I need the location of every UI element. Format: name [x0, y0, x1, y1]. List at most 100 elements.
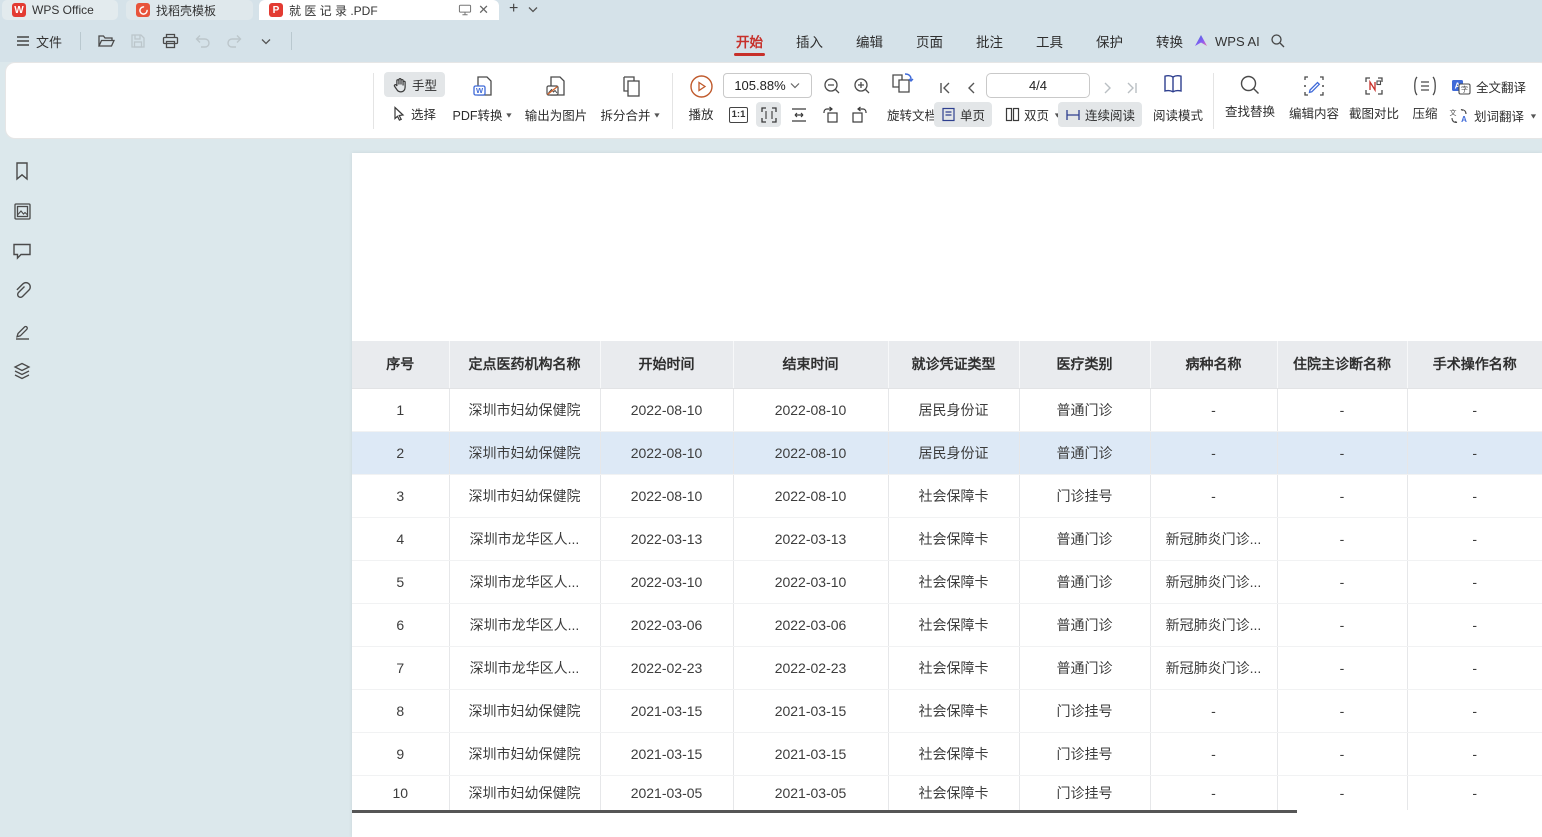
table-cell: 普通门诊 [1019, 388, 1150, 431]
cursor-icon [392, 106, 406, 121]
pdf-convert-button[interactable]: W PDF转换▼ [449, 74, 517, 124]
table-cell: 新冠肺炎门诊... [1150, 646, 1277, 689]
first-page-button[interactable] [934, 77, 956, 99]
pdf-convert-label: PDF转换 [453, 105, 503, 124]
tab-list-chevron-icon[interactable] [528, 6, 538, 13]
divider [373, 73, 374, 129]
fit-page-button[interactable] [756, 102, 781, 127]
last-page-button[interactable] [1120, 77, 1142, 99]
ribbon-tab-insert[interactable]: 插入 [794, 22, 825, 60]
page-indicator-input[interactable] [987, 74, 1089, 97]
actual-size-button[interactable]: 1:1 [726, 102, 751, 127]
tab-document-active[interactable]: P 就 医 记 录 .PDF ✕ [259, 0, 499, 20]
table-cell: 2022-08-10 [600, 431, 733, 474]
redo-button[interactable] [221, 28, 247, 54]
ribbon-tab-convert[interactable]: 转换 [1154, 22, 1185, 60]
table-cell: - [1407, 689, 1542, 732]
page-indicator-box[interactable] [986, 73, 1090, 98]
select-tool-button[interactable]: 选择 [384, 101, 444, 126]
table-cell: 社会保障卡 [888, 560, 1019, 603]
ribbon-tab-protect[interactable]: 保护 [1094, 22, 1125, 60]
save-button[interactable] [125, 28, 151, 54]
more-commands-chevron[interactable] [253, 28, 279, 54]
hand-tool-button[interactable]: 手型 [384, 72, 445, 97]
thumbnail-panel-button[interactable] [8, 197, 36, 225]
ribbon-tab-strip: 开始 插入 编辑 页面 批注 工具 保护 转换 [734, 20, 1185, 62]
word-translate-button[interactable]: 文 A 划词翻译 ▼ [1449, 106, 1538, 125]
find-replace-button[interactable]: 查找替换 [1219, 74, 1281, 120]
full-translate-button[interactable]: A 字 全文翻译 [1451, 77, 1526, 96]
monitor-icon[interactable] [458, 4, 472, 16]
column-header: 医疗类别 [1019, 341, 1150, 388]
ribbon-tab-page[interactable]: 页面 [914, 22, 945, 60]
svg-text:字: 字 [1461, 84, 1468, 93]
ribbon-tab-home[interactable]: 开始 [734, 22, 765, 60]
table-cell: 深圳市妇幼保健院 [449, 474, 600, 517]
compress-button[interactable]: 压缩 [1404, 74, 1446, 122]
undo-button[interactable] [189, 28, 215, 54]
ribbon-tab-comment[interactable]: 批注 [974, 22, 1005, 60]
column-header: 手术操作名称 [1407, 341, 1542, 388]
table-cell: - [1277, 732, 1407, 775]
read-mode-button[interactable]: 阅读模式 [1146, 102, 1210, 127]
single-page-icon [941, 107, 956, 122]
menu-bar: 文件 [0, 20, 1542, 62]
table-cell: 普通门诊 [1019, 560, 1150, 603]
redo-icon [226, 34, 243, 48]
bookmark-panel-button[interactable] [8, 157, 36, 185]
export-image-button[interactable]: 输出为图片 [522, 74, 590, 124]
zoom-level-input[interactable] [730, 78, 790, 93]
side-tool-strip [0, 139, 44, 837]
previous-page-button[interactable] [960, 77, 982, 99]
tab-label: 找稻壳模板 [156, 2, 216, 19]
table-row: 1深圳市妇幼保健院2022-08-102022-08-10居民身份证普通门诊--… [352, 388, 1542, 431]
chevron-right-icon [1103, 82, 1112, 94]
pdf-page[interactable]: 序号定点医药机构名称开始时间结束时间就诊凭证类型医疗类别病种名称住院主诊断名称手… [352, 153, 1542, 837]
rotate-document-button[interactable] [886, 69, 920, 99]
layers-panel-button[interactable] [8, 357, 36, 385]
close-tab-icon[interactable]: ✕ [478, 2, 489, 18]
screenshot-compare-button[interactable]: 截图对比 [1343, 74, 1405, 122]
zoom-in-button[interactable] [849, 73, 874, 98]
fit-width-button[interactable] [786, 102, 811, 127]
save-icon [130, 33, 146, 49]
medical-records-table: 序号定点医药机构名称开始时间结束时间就诊凭证类型医疗类别病种名称住院主诊断名称手… [352, 341, 1542, 810]
wps-ai-icon [1193, 34, 1209, 48]
zoom-level-dropdown[interactable] [723, 73, 812, 98]
file-menu-button[interactable]: 文件 [10, 28, 68, 55]
continuous-read-button[interactable]: 连续阅读 [1058, 102, 1142, 127]
divider [291, 32, 292, 50]
table-cell: 4 [352, 517, 449, 560]
find-replace-search-icon [1239, 74, 1261, 96]
zoom-out-button[interactable] [819, 73, 844, 98]
table-cell: - [1150, 689, 1277, 732]
ribbon-tab-tools[interactable]: 工具 [1034, 22, 1065, 60]
rotate-right-button[interactable] [847, 102, 872, 127]
print-button[interactable] [157, 28, 183, 54]
chevron-left-icon [967, 82, 976, 94]
tab-wps-office[interactable]: W WPS Office [2, 0, 118, 20]
annotate-panel-button[interactable] [8, 317, 36, 345]
new-tab-button[interactable]: + [509, 0, 518, 18]
compress-label: 压缩 [1412, 103, 1437, 122]
ribbon-tab-edit[interactable]: 编辑 [854, 22, 885, 60]
split-merge-button[interactable]: 拆分合并▼ [595, 74, 667, 124]
play-button[interactable]: 播放 [680, 74, 722, 123]
next-page-button[interactable] [1096, 77, 1118, 99]
wps-ai-button[interactable]: WPS AI [1193, 20, 1260, 62]
rotate-left-button[interactable] [817, 102, 842, 127]
comment-panel-button[interactable] [8, 237, 36, 265]
layers-icon [12, 361, 32, 381]
tab-docer-templates[interactable]: 找稻壳模板 [126, 0, 253, 20]
single-page-button[interactable]: 单页 [934, 102, 992, 127]
attachment-panel-button[interactable] [8, 277, 36, 305]
edit-content-button[interactable]: 编辑内容 [1283, 74, 1345, 122]
table-cell: - [1277, 560, 1407, 603]
pdf-convert-icon: W [470, 74, 496, 100]
read-mode-icon-button[interactable] [1158, 70, 1188, 98]
column-header: 住院主诊断名称 [1277, 341, 1407, 388]
global-search-button[interactable] [1270, 20, 1286, 62]
folder-open-icon [97, 33, 115, 49]
open-file-button[interactable] [93, 28, 119, 54]
table-cell: 社会保障卡 [888, 646, 1019, 689]
